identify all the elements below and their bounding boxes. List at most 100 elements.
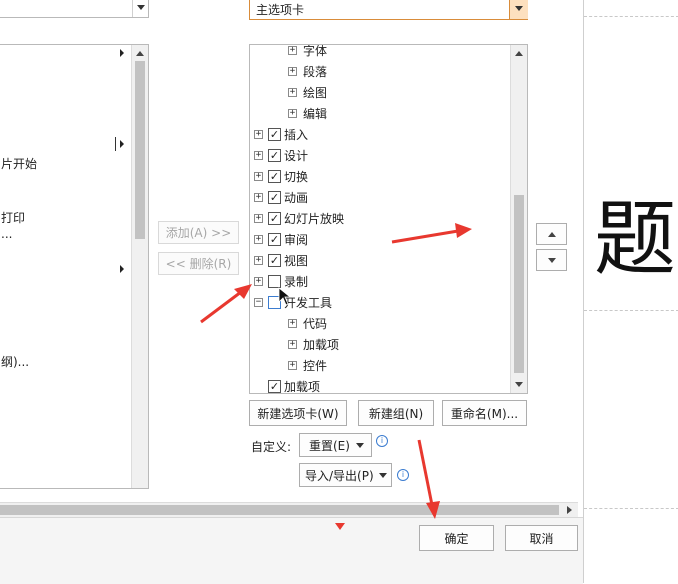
tree-item-label: 字体 [303, 44, 328, 58]
scroll-right-arrow[interactable] [567, 506, 572, 514]
tree-item-label: 绘图 [303, 85, 328, 100]
left-command-dropdown[interactable] [0, 0, 149, 18]
tree-item-label: 审阅 [284, 232, 309, 247]
tree-item[interactable]: + ✓ 动画 [250, 187, 308, 207]
expand-icon[interactable]: + [254, 171, 263, 181]
list-item[interactable]: 打印 [1, 209, 25, 226]
reset-dropdown-button[interactable]: 重置(E) [299, 433, 372, 457]
tree-item[interactable]: + ✓ 设计 [250, 145, 308, 165]
checked-checkbox[interactable]: ✓ [268, 169, 281, 183]
tree-item-label: 加载项 [284, 379, 321, 394]
expand-icon[interactable]: + [254, 150, 263, 160]
chevron-down-icon [378, 472, 387, 478]
tree-rows: + 字体 + 段落 + 绘图 + 编辑 + ✓ 插入 + ✓ 设计 + ✓ 切换 + ✓ 动画 + ✓ 幻灯片放映 + ✓ 审阅 +… [250, 44, 510, 394]
ribbon-tabs-dropdown[interactable]: 主选项卡 [249, 0, 528, 20]
tree-item[interactable]: + 段落 [250, 61, 327, 81]
list-item[interactable]: 片开始 [1, 155, 37, 172]
tree-item[interactable]: − 开发工具 [250, 292, 332, 312]
ribbon-tabs-dropdown-button[interactable] [509, 0, 528, 19]
tree-item-label: 段落 [303, 64, 328, 79]
expand-icon[interactable]: + [288, 339, 297, 349]
ribbon-tabs-dropdown-value: 主选项卡 [256, 3, 305, 17]
checked-checkbox[interactable]: ✓ [268, 148, 281, 162]
add-button[interactable]: 添加(A) >> [158, 221, 239, 244]
options-dialog: 片开始 打印 ... 纲)... 添加(A) >> << 删除(R) 主选项卡 … [0, 0, 583, 584]
submenu-arrow-icon [120, 265, 124, 273]
tree-item[interactable]: + 录制 [250, 271, 308, 291]
slide-bottom-divider [584, 508, 678, 509]
rename-button[interactable]: 重命名(M)... [442, 400, 527, 426]
chevron-down-icon [515, 5, 523, 11]
unchecked-checkbox[interactable] [268, 274, 281, 288]
checked-checkbox[interactable]: ✓ [268, 379, 281, 393]
new-group-button[interactable]: 新建组(N) [358, 400, 434, 426]
tree-item[interactable]: + 绘图 [250, 82, 327, 102]
expand-icon[interactable]: + [288, 108, 297, 118]
expand-icon[interactable]: + [288, 66, 297, 76]
left-list-scrollbar[interactable] [131, 45, 148, 488]
expand-icon[interactable]: + [288, 360, 297, 370]
expand-icon[interactable]: + [254, 192, 263, 202]
checked-checkbox[interactable]: ✓ [268, 232, 281, 246]
expand-icon[interactable]: + [254, 276, 263, 286]
unchecked-checkbox[interactable] [268, 295, 281, 309]
expand-icon[interactable]: + [288, 318, 297, 328]
scroll-up-arrow[interactable] [136, 51, 144, 56]
scrollbar-thumb[interactable] [135, 61, 145, 239]
tree-item-label: 控件 [303, 358, 328, 373]
expand-icon[interactable]: + [254, 213, 263, 223]
expand-icon[interactable]: + [254, 255, 263, 265]
dialog-horizontal-scrollbar[interactable] [0, 502, 578, 518]
tree-item[interactable]: + 编辑 [250, 103, 327, 123]
tree-item[interactable]: + 代码 [250, 313, 327, 333]
dialog-footer: 确定 取消 [0, 517, 583, 584]
checked-checkbox[interactable]: ✓ [268, 253, 281, 267]
collapse-icon[interactable]: − [254, 297, 263, 307]
slide-title-text[interactable]: 题 [594, 190, 676, 290]
scroll-down-arrow[interactable] [515, 382, 523, 387]
new-tab-button[interactable]: 新建选项卡(W) [249, 400, 347, 426]
resize-marker [335, 523, 345, 530]
tree-item-label: 设计 [284, 148, 309, 163]
tree-item[interactable]: + 字体 [250, 44, 328, 60]
expand-icon[interactable]: + [254, 234, 263, 244]
expand-icon[interactable]: + [288, 87, 297, 97]
tree-item[interactable]: + 加载项 [250, 334, 339, 354]
info-icon[interactable]: i [397, 469, 409, 481]
scrollbar-thumb[interactable] [514, 195, 524, 373]
expand-icon[interactable]: + [254, 129, 263, 139]
checked-checkbox[interactable]: ✓ [268, 211, 281, 225]
left-command-list[interactable]: 片开始 打印 ... 纲)... [0, 44, 149, 489]
tree-item-label: 编辑 [303, 106, 328, 121]
move-up-icon [547, 231, 556, 237]
list-item[interactable]: ... [1, 227, 12, 241]
tree-item-label: 开发工具 [284, 295, 333, 310]
cancel-button[interactable]: 取消 [505, 525, 578, 551]
checked-checkbox[interactable]: ✓ [268, 190, 281, 204]
checked-checkbox[interactable]: ✓ [268, 127, 281, 141]
remove-button[interactable]: << 删除(R) [158, 252, 239, 275]
expand-icon[interactable]: + [288, 45, 297, 55]
ok-button[interactable]: 确定 [419, 525, 494, 551]
left-dropdown-button[interactable] [132, 0, 149, 17]
tree-item[interactable]: + ✓ 切换 [250, 166, 308, 186]
list-item[interactable]: 纲)... [1, 353, 29, 370]
tree-item-label: 录制 [284, 274, 309, 289]
tree-item[interactable]: + ✓ 审阅 [250, 229, 308, 249]
info-icon[interactable]: i [376, 435, 388, 447]
import-export-dropdown-button[interactable]: 导入/导出(P) [299, 463, 392, 487]
tree-item[interactable]: ✓ 加载项 [250, 376, 321, 394]
move-down-button[interactable] [536, 249, 567, 271]
tree-item[interactable]: + ✓ 插入 [250, 124, 308, 144]
tree-item[interactable]: + 控件 [250, 355, 327, 375]
tree-scrollbar[interactable] [510, 45, 527, 393]
ribbon-tree-list[interactable]: + 字体 + 段落 + 绘图 + 编辑 + ✓ 插入 + ✓ 设计 + ✓ 切换 + ✓ 动画 + ✓ 幻灯片放映 + ✓ 审阅 +… [249, 44, 528, 394]
tree-item[interactable]: + ✓ 幻灯片放映 [250, 208, 344, 228]
chevron-down-icon [355, 442, 364, 448]
tree-item[interactable]: + ✓ 视图 [250, 250, 308, 270]
scrollbar-thumb[interactable] [0, 505, 559, 515]
move-up-button[interactable] [536, 223, 567, 245]
import-export-label: 导入/导出(P) [305, 468, 374, 483]
scroll-up-arrow[interactable] [515, 51, 523, 56]
tree-item-label: 插入 [284, 127, 309, 142]
